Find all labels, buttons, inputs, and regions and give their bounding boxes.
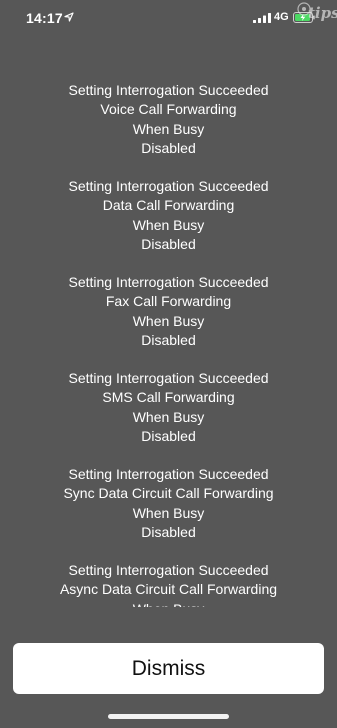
home-indicator[interactable] [108,714,229,719]
cellular-signal-icon [253,13,271,23]
message-group: Setting Interrogation Succeeded Voice Cal… [0,81,337,177]
message-line: SMS Call Forwarding [102,389,235,406]
message-line: Disabled [141,523,196,540]
mmi-result-list[interactable]: Setting Interrogation Succeeded Voice Cal… [0,81,337,611]
message-line: Disabled [141,331,196,348]
message-line: Setting Interrogation Succeeded [68,178,269,194]
message-line: When Busy [132,408,205,425]
message-group: Setting Interrogation Succeeded Fax Call … [0,273,337,369]
message-line: Setting Interrogation Succeeded [68,466,269,482]
message-line: When Busy [132,504,205,521]
message-line: Voice Call Forwarding [100,101,237,118]
message-group: Setting Interrogation Succeeded SMS Call … [0,369,337,465]
message-line: Setting Interrogation Succeeded [68,274,269,290]
watermark-logo: tips [296,1,337,25]
message-line: Setting Interrogation Succeeded [68,82,269,98]
message-line: Data Call Forwarding [102,197,235,214]
location-arrow-icon [64,12,74,22]
message-line: When Busy [132,216,205,233]
watermark-text: tips [308,4,337,22]
message-group: Setting Interrogation Succeeded Async Dat… [0,561,337,611]
message-line: When Busy [132,600,205,611]
message-line: Disabled [141,427,196,444]
message-line: Fax Call Forwarding [105,293,232,310]
network-type: 4G [274,11,289,23]
message-group: Setting Interrogation Succeeded Data Call… [0,177,337,273]
message-line: Sync Data Circuit Call Forwarding [63,485,274,502]
message-line: Setting Interrogation Succeeded [68,562,269,578]
message-line: When Busy [132,120,205,137]
message-line: When Busy [132,312,205,329]
message-line: Setting Interrogation Succeeded [68,370,269,386]
message-line: Async Data Circuit Call Forwarding [59,581,278,598]
dismiss-button[interactable]: Dismiss [13,643,324,694]
message-line: Disabled [141,235,196,252]
message-line: Disabled [141,139,196,156]
message-group: Setting Interrogation Succeeded Sync Data… [0,465,337,561]
status-time: 14:17 [26,10,63,26]
status-bar: 14:17 4G tips [0,0,337,40]
